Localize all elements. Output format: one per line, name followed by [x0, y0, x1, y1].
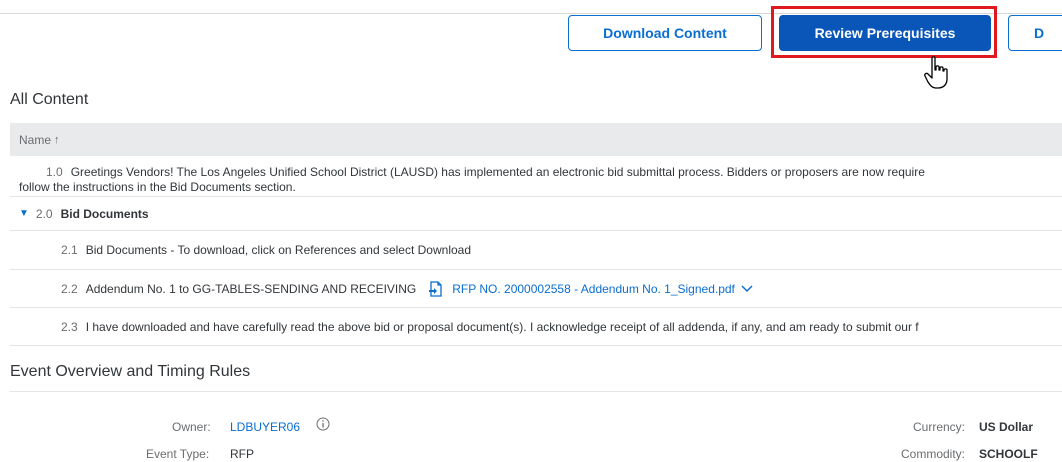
table-row[interactable]: 2.2 Addendum No. 1 to GG-TABLES-SENDING … [10, 270, 1062, 308]
owner-label: Owner: [172, 420, 211, 434]
row-text: Greetings Vendors! The Los Angeles Unifi… [70, 165, 925, 179]
row-number: 2.0 [35, 206, 53, 221]
partial-toolbar-button[interactable]: D [1008, 15, 1062, 51]
sort-up-icon: ↑ [54, 133, 60, 146]
currency-label: Currency: [913, 420, 966, 434]
table-row[interactable]: 2.1 Bid Documents - To download, click o… [10, 231, 1062, 270]
attachment-link[interactable]: RFP NO. 2000002558 - Addendum No. 1_Sign… [452, 282, 735, 296]
all-content-title: All Content [10, 91, 89, 108]
row-text: Addendum No. 1 to GG-TABLES-SENDING AND … [85, 281, 417, 296]
event-type-label: Event Type: [146, 447, 210, 461]
info-icon[interactable] [316, 417, 330, 431]
currency-value: US Dollar [979, 420, 1034, 434]
owner-link[interactable]: LDBUYER06 [230, 420, 300, 434]
commodity-value: SCHOOLF [979, 447, 1038, 461]
row-number: 2.1 [61, 243, 78, 257]
row-text: Bid Documents - To download, click on Re… [85, 243, 472, 257]
commodity-label: Commodity: [901, 447, 966, 461]
highlight-box [771, 6, 997, 58]
row-number: 1.0 [46, 165, 63, 179]
row-text: I have downloaded and have carefully rea… [85, 319, 919, 334]
table-row-section[interactable]: ▼ 2.0 Bid Documents [10, 197, 1062, 231]
download-content-button[interactable]: Download Content [568, 15, 762, 51]
row-text: Bid Documents [60, 206, 149, 221]
event-type-value: RFP [230, 447, 254, 461]
row-number: 2.2 [61, 281, 78, 296]
table-header-name[interactable]: Name ↑ [10, 123, 1062, 156]
table-row[interactable]: 1.0 Greetings Vendors! The Los Angeles Un… [10, 156, 1062, 197]
event-overview-title: Event Overview and Timing Rules [10, 363, 251, 380]
table-row[interactable]: 2.3 I have downloaded and have carefully… [10, 308, 1062, 346]
column-name-label: Name [19, 132, 52, 147]
expand-arrow-icon[interactable]: ▼ [19, 208, 29, 219]
row-number: 2.3 [61, 319, 78, 334]
chevron-down-icon[interactable] [741, 284, 753, 293]
row-text-continued: follow the instructions in the Bid Docum… [19, 180, 296, 194]
pointer-cursor-icon [924, 56, 948, 89]
document-icon[interactable] [428, 280, 444, 297]
section-divider [10, 391, 1062, 392]
